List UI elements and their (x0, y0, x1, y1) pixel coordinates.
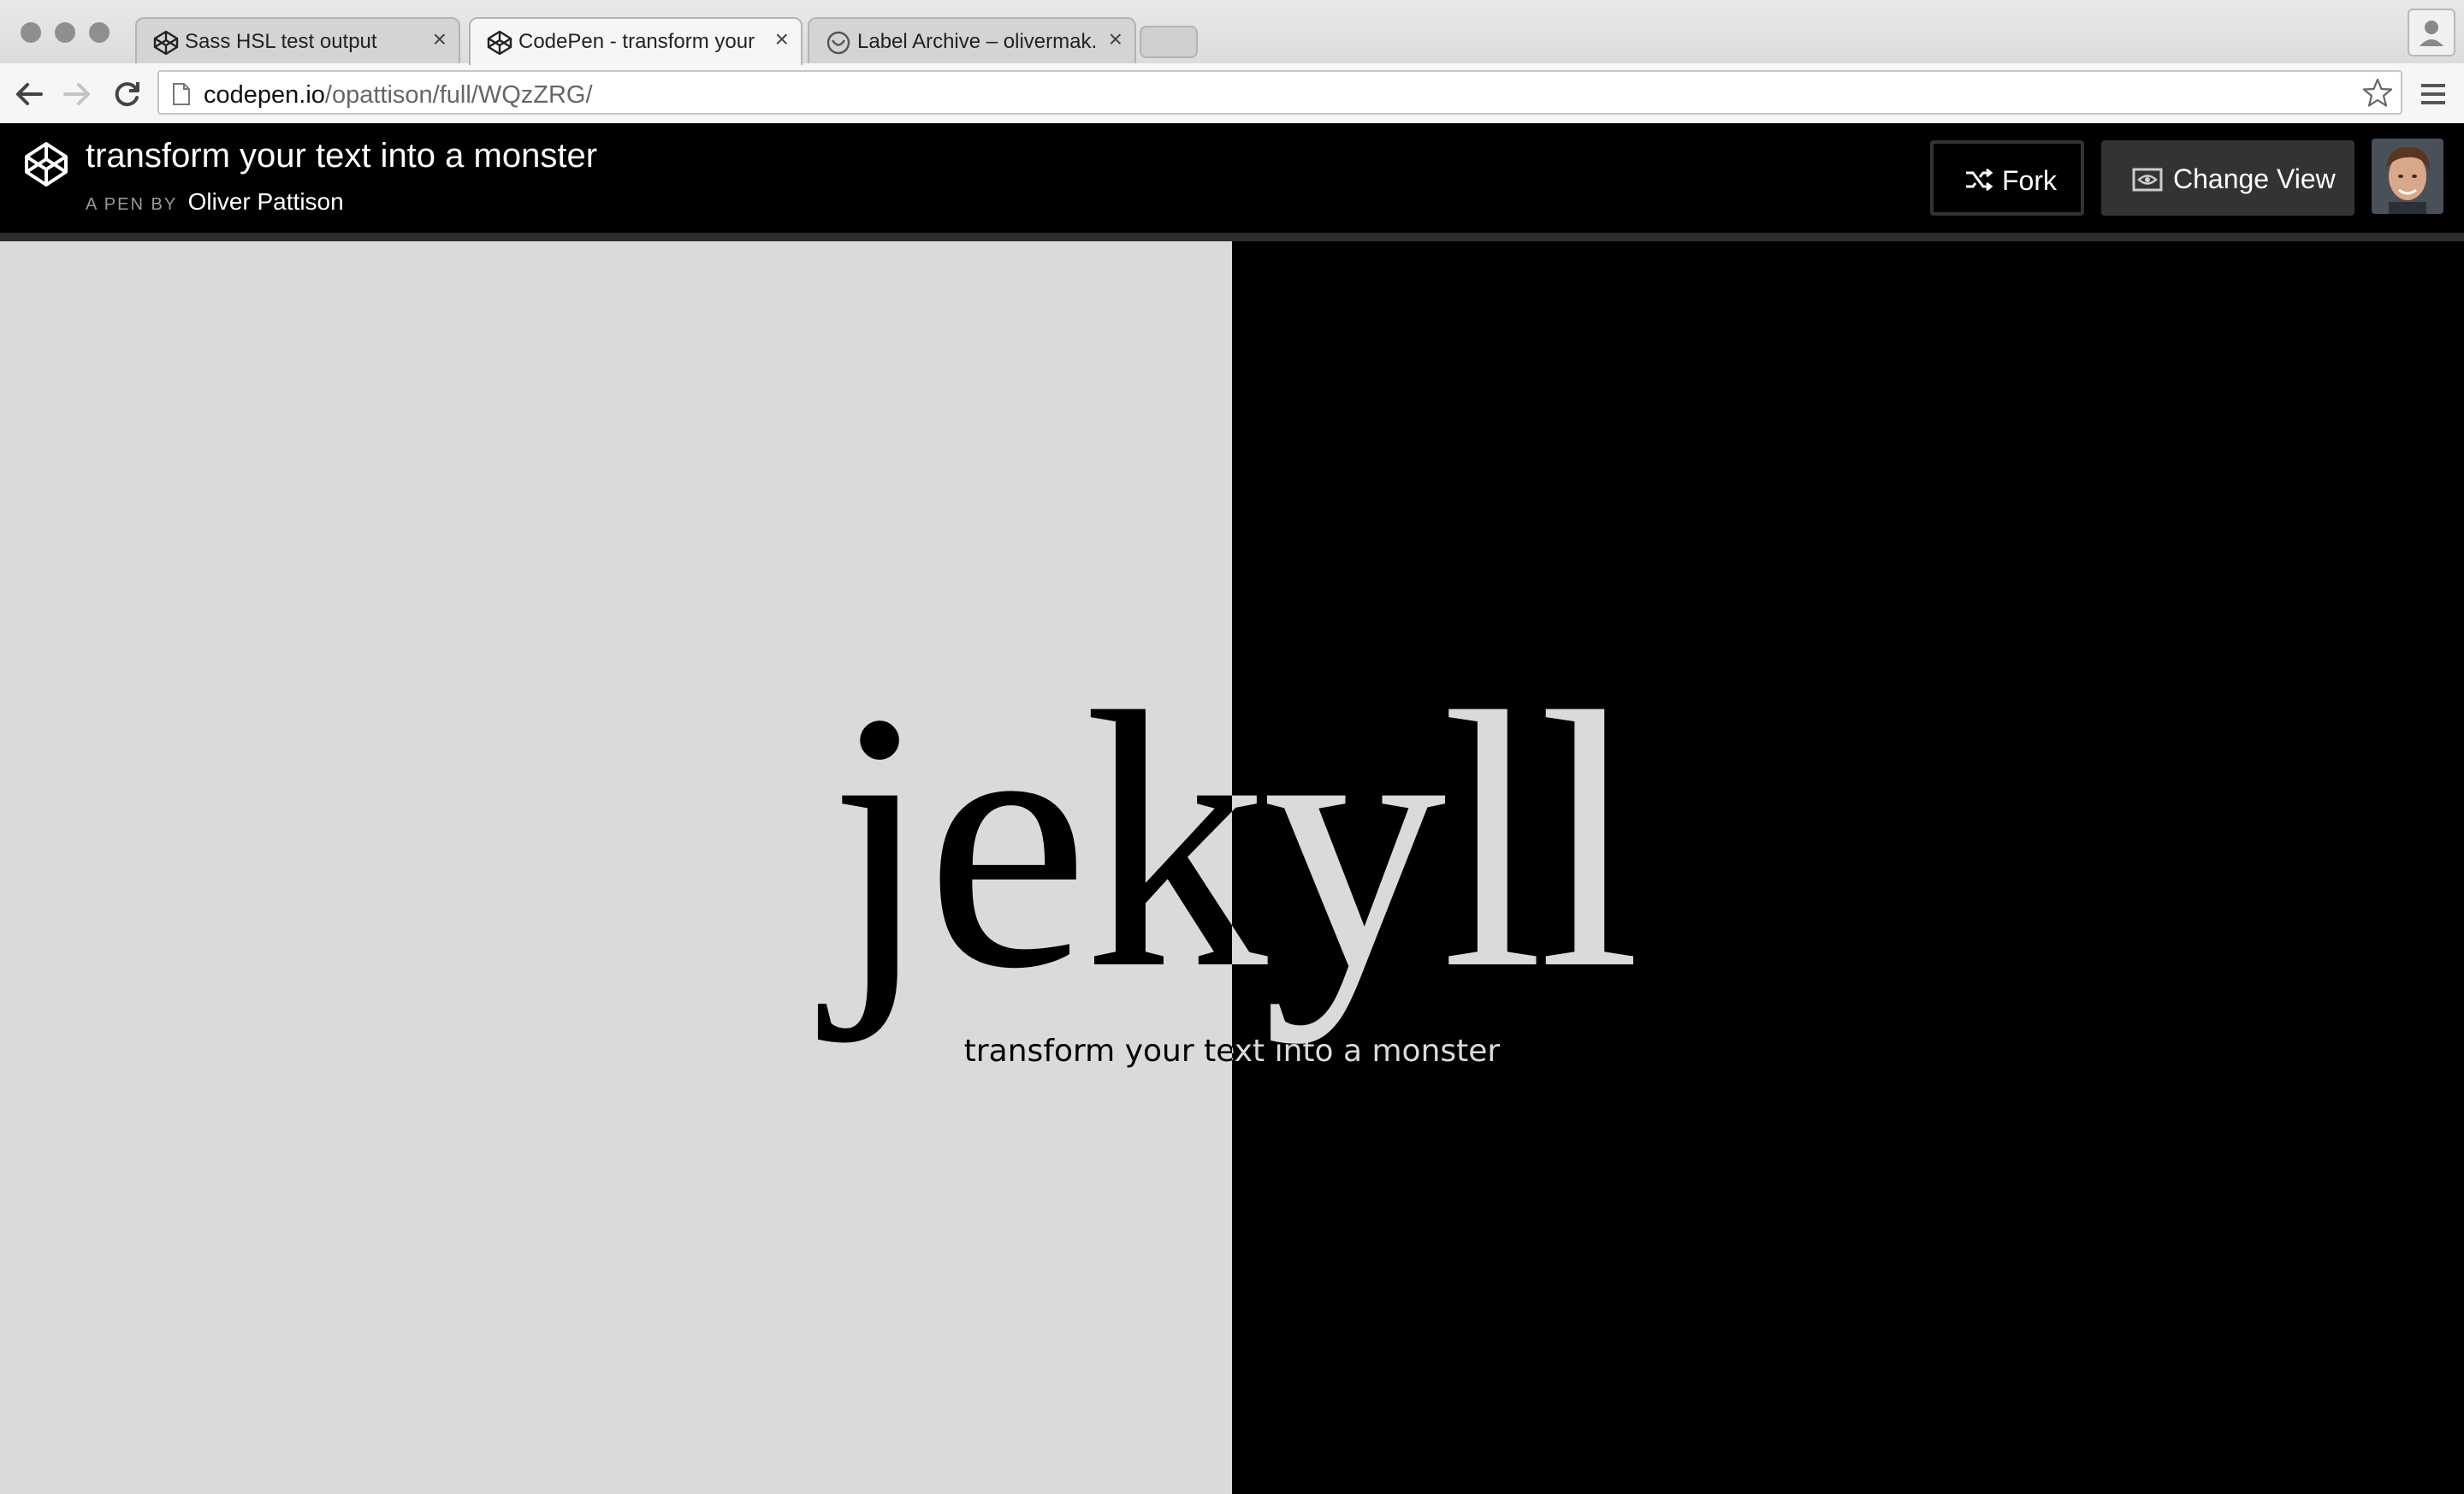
codepen-header: transform your text into a monster A PEN… (0, 123, 2464, 233)
address-bar[interactable]: codepen.io/opattison/full/WQzZRG/ (157, 70, 2402, 115)
zoom-window-button[interactable] (89, 22, 110, 43)
close-window-button[interactable] (21, 22, 41, 43)
codepen-logo-icon[interactable] (22, 140, 70, 188)
back-arrow-icon[interactable] (10, 75, 48, 113)
url-host: codepen.io (204, 81, 325, 109)
wordpress-icon (826, 31, 850, 55)
browser-tabstrip: Sass HSL test output × CodePen - transfo… (0, 0, 2464, 65)
pen-byline: A PEN BY Oliver Pattison (86, 188, 344, 216)
tab-sass-hsl[interactable]: Sass HSL test output × (135, 17, 460, 63)
author-link[interactable]: Oliver Pattison (188, 188, 344, 215)
tab-codepen[interactable]: CodePen - transform your t × (469, 17, 803, 65)
url-text: codepen.io/opattison/full/WQzZRG/ (204, 81, 593, 110)
tab-title: CodePen - transform your t (518, 30, 760, 53)
tab-title: Label Archive – olivermak.e (857, 30, 1097, 53)
fork-button[interactable]: Fork (1930, 140, 2084, 216)
light-panel-text: jekyll transform your text into a monste… (0, 241, 1232, 1494)
bookmark-star-icon[interactable] (2361, 77, 2394, 110)
dark-panel-text: jekyll transform your text into a monste… (1232, 241, 2464, 1494)
page-icon (173, 83, 190, 105)
tab-title: Sass HSL test output (185, 30, 377, 53)
tagline: transform your text into a monster (1232, 1034, 1501, 1069)
header-divider (0, 233, 2464, 241)
url-path: /opattison/full/WQzZRG/ (324, 81, 593, 109)
person-icon (2420, 21, 2443, 46)
pen-result: jekyll transform your text into a monste… (0, 241, 2464, 1494)
minimize-window-button[interactable] (55, 22, 75, 43)
change-view-button[interactable]: Change View (2101, 140, 2354, 216)
close-tab-icon[interactable]: × (775, 26, 789, 52)
change-view-label: Change View (2173, 163, 2336, 194)
forward-arrow-icon[interactable] (58, 75, 96, 113)
byline-prefix: A PEN BY (86, 195, 178, 214)
tagline: transform your text into a monster (963, 1034, 1232, 1069)
close-tab-icon[interactable]: × (1109, 26, 1122, 52)
reload-icon[interactable] (108, 75, 145, 113)
fork-label: Fork (2002, 165, 2057, 196)
hamburger-menu-icon[interactable] (2420, 82, 2447, 106)
codepen-icon (487, 30, 512, 56)
codepen-icon (153, 30, 179, 56)
profile-button[interactable] (2408, 9, 2455, 56)
headline-word: jekyll (1232, 637, 1641, 1045)
fork-icon (1966, 168, 1993, 192)
browser-toolbar: codepen.io/opattison/full/WQzZRG/ (0, 63, 2464, 125)
pen-title: transform your text into a monster (86, 137, 598, 175)
user-avatar[interactable] (2372, 139, 2443, 214)
headline-word: jekyll (828, 637, 1232, 1045)
new-tab-button[interactable] (1140, 26, 1198, 58)
close-tab-icon[interactable]: × (433, 26, 447, 52)
eye-icon (2132, 168, 2163, 192)
avatar-photo (2372, 139, 2443, 214)
tab-label-archive[interactable]: Label Archive – olivermak.e × (808, 17, 1136, 63)
